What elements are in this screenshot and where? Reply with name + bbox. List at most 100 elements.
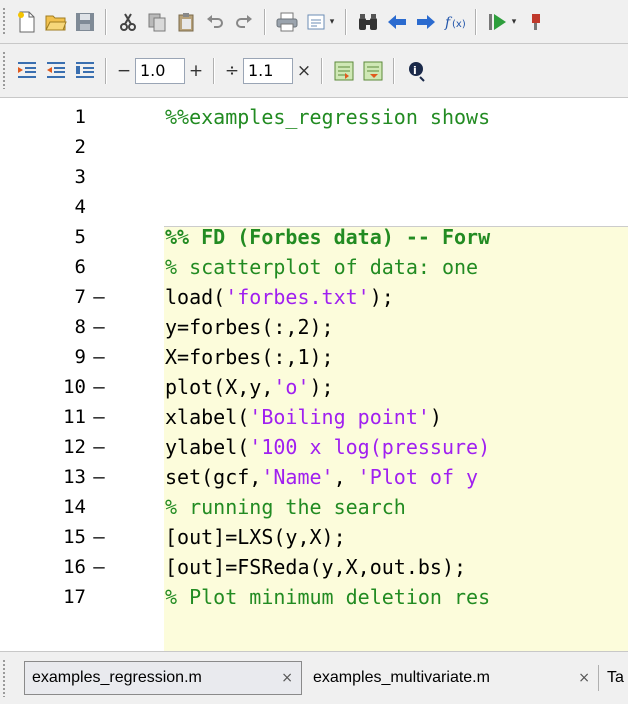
tabbar-grip[interactable] — [0, 652, 10, 705]
close-icon[interactable]: × — [281, 670, 293, 686]
code-line[interactable]: 6 % scatterplot of data: one — [0, 252, 628, 282]
go-forward-button[interactable] — [412, 8, 439, 35]
code-line[interactable]: 14 % running the search — [0, 492, 628, 522]
line-number[interactable]: 8 — [0, 312, 86, 342]
code-text[interactable]: % scatterplot of data: one — [165, 252, 478, 282]
toolbar-grip[interactable] — [0, 44, 10, 97]
find-button[interactable] — [354, 8, 381, 35]
toolbar-grip[interactable] — [0, 0, 10, 43]
code-line[interactable]: 11– xlabel('Boiling point') — [0, 402, 628, 432]
executable-line-marker[interactable]: – — [90, 432, 108, 462]
insert-cell-below-button[interactable] — [42, 57, 69, 84]
evaluate-cell-advance-button[interactable] — [359, 57, 386, 84]
chevron-down-icon[interactable]: ▾ — [328, 17, 336, 27]
line-number[interactable]: 6 — [0, 252, 86, 282]
code-text[interactable]: [out]=LXS(y,X); — [165, 522, 346, 552]
code-line[interactable]: 7– load('forbes.txt'); — [0, 282, 628, 312]
executable-line-marker[interactable]: – — [90, 462, 108, 492]
code-text[interactable]: % running the search — [165, 492, 406, 522]
executable-line-marker[interactable]: – — [90, 372, 108, 402]
copy-button[interactable] — [143, 8, 170, 35]
code-text[interactable]: %%examples_regression shows — [165, 102, 490, 132]
print-button[interactable] — [273, 8, 300, 35]
line-number[interactable]: 3 — [0, 162, 86, 192]
line-number[interactable]: 10 — [0, 372, 86, 402]
code-line[interactable]: 17 % Plot minimum deletion res — [0, 582, 628, 612]
code-token: load( — [165, 285, 226, 309]
chevron-down-icon[interactable]: ▾ — [510, 17, 518, 27]
evaluate-cell-button[interactable] — [330, 57, 357, 84]
scale-value-field[interactable] — [243, 57, 293, 84]
line-number[interactable]: 5 — [0, 222, 86, 252]
line-number[interactable]: 2 — [0, 132, 86, 162]
code-line[interactable]: 3 — [0, 162, 628, 192]
code-line[interactable]: 13– set(gcf,'Name', 'Plot of y — [0, 462, 628, 492]
cut-button[interactable] — [114, 8, 141, 35]
publish-button[interactable]: i — [402, 57, 429, 84]
code-line[interactable]: 10– plot(X,y,'o'); — [0, 372, 628, 402]
code-line[interactable]: 9– X=forbes(:,1); — [0, 342, 628, 372]
executable-line-marker[interactable]: – — [90, 282, 108, 312]
executable-line-marker[interactable]: – — [90, 552, 108, 582]
tab-examples-multivariate[interactable]: examples_multivariate.m × — [306, 661, 596, 695]
insert-cell-button[interactable] — [13, 57, 40, 84]
line-number[interactable]: 16 — [0, 552, 86, 582]
function-browser-button[interactable]: f (x) — [441, 8, 468, 35]
run-button[interactable] — [484, 8, 511, 35]
code-text[interactable]: plot(X,y,'o'); — [165, 372, 334, 402]
line-number[interactable]: 4 — [0, 192, 86, 222]
code-text[interactable]: X=forbes(:,1); — [165, 342, 334, 372]
executable-line-marker[interactable]: – — [90, 522, 108, 552]
code-text[interactable]: set(gcf,'Name', 'Plot of y — [165, 462, 478, 492]
close-icon[interactable]: × — [578, 670, 590, 686]
code-text[interactable]: [out]=FSReda(y,X,out.bs); — [165, 552, 466, 582]
increment-value-field[interactable] — [135, 57, 185, 84]
toolbar-separator — [321, 57, 323, 84]
redo-button[interactable] — [230, 8, 257, 35]
code-line[interactable]: 2 — [0, 132, 628, 162]
breakpoint-button[interactable] — [522, 8, 549, 35]
open-file-button[interactable] — [42, 8, 69, 35]
tab-truncated[interactable]: Ta — [600, 661, 628, 695]
line-number[interactable]: 17 — [0, 582, 86, 612]
line-number[interactable]: 1 — [0, 102, 86, 132]
executable-line-marker[interactable]: – — [90, 342, 108, 372]
undo-icon — [206, 14, 223, 28]
paste-button[interactable] — [172, 8, 199, 35]
executable-line-marker[interactable]: – — [90, 312, 108, 342]
line-number[interactable]: 13 — [0, 462, 86, 492]
cell-divider-button[interactable] — [71, 57, 98, 84]
code-text[interactable]: ylabel('100 x log(pressure) — [165, 432, 490, 462]
code-editor[interactable]: 1 %%examples_regression shows 2 3 4 5 %% FD (F… — [0, 99, 628, 651]
new-file-button[interactable] — [13, 8, 40, 35]
code-line[interactable]: 8– y=forbes(:,2); — [0, 312, 628, 342]
decrement-button[interactable]: − — [113, 61, 135, 81]
code-line[interactable]: 15– [out]=LXS(y,X); — [0, 522, 628, 552]
divide-button[interactable]: ÷ — [221, 61, 243, 81]
save-button[interactable] — [71, 8, 98, 35]
go-back-button[interactable] — [383, 8, 410, 35]
executable-line-marker[interactable]: – — [90, 402, 108, 432]
line-number[interactable]: 11 — [0, 402, 86, 432]
code-text[interactable]: %% FD (Forbes data) -- Forw — [165, 222, 490, 252]
line-number[interactable]: 14 — [0, 492, 86, 522]
comment-button[interactable] — [302, 8, 329, 35]
line-number[interactable]: 15 — [0, 522, 86, 552]
tab-examples-regression[interactable]: examples_regression.m × — [24, 661, 302, 695]
line-number[interactable]: 12 — [0, 432, 86, 462]
line-number[interactable]: 7 — [0, 282, 86, 312]
code-text[interactable]: % Plot minimum deletion res — [165, 582, 490, 612]
line-number[interactable]: 9 — [0, 342, 86, 372]
code-line[interactable]: 12– ylabel('100 x log(pressure) — [0, 432, 628, 462]
code-line[interactable]: 4 — [0, 192, 628, 222]
undo-button[interactable] — [201, 8, 228, 35]
code-text[interactable]: y=forbes(:,2); — [165, 312, 334, 342]
code-text[interactable]: xlabel('Boiling point') — [165, 402, 442, 432]
code-text[interactable]: load('forbes.txt'); — [165, 282, 394, 312]
increment-button[interactable]: + — [185, 61, 207, 81]
code-line[interactable]: 16– [out]=FSReda(y,X,out.bs); — [0, 552, 628, 582]
code-line[interactable]: 5 %% FD (Forbes data) -- Forw — [0, 222, 628, 252]
multiply-button[interactable]: × — [293, 61, 315, 81]
insert-cell-below-icon — [46, 61, 65, 78]
code-line[interactable]: 1 %%examples_regression shows — [0, 102, 628, 132]
